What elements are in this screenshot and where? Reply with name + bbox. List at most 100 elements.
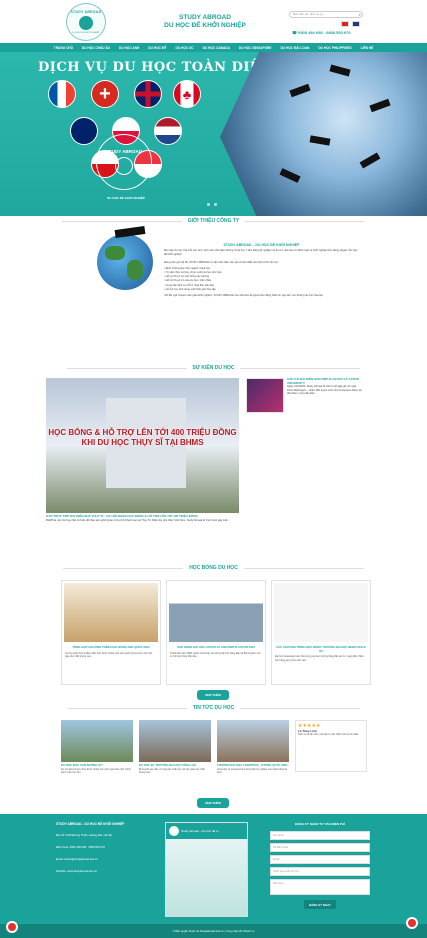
search-input[interactable]: Bạn cần tìm dịch vụ gì... ⌕ bbox=[289, 11, 363, 18]
email-field[interactable]: Email bbox=[270, 855, 370, 864]
search-icon[interactable]: ⌕ bbox=[359, 12, 361, 17]
scholarship-section-header: HỌC BỔNG DU HỌC bbox=[0, 565, 427, 571]
nav-contact[interactable]: LIÊN HỆ bbox=[361, 46, 374, 50]
news-item[interactable]: TRƯỜNG ĐẠI HỌC LIVERPOOL, VƯƠNG QUỐC ANH… bbox=[217, 720, 289, 774]
news-image bbox=[139, 720, 211, 762]
intro-text: STUDY ABROAD – DU HỌC ĐỂ KHỞI NGHIỆP Mục… bbox=[164, 243, 359, 298]
intro-paragraph-1: Mục tiêu du học của mỗi học sinh, sinh v… bbox=[164, 249, 358, 257]
news-section-title: TIN TỨC DU HỌC bbox=[192, 705, 235, 711]
scholarship-title[interactable]: CÁC CHƯƠNG TRÌNH HỌC BỔNG TRƯỜNG ĐẠI HỌC… bbox=[272, 644, 370, 655]
scholarship-image bbox=[64, 583, 158, 642]
news-image bbox=[61, 720, 133, 762]
hero-title: DỊCH VỤ DU HỌC TOÀN DIỆN bbox=[38, 60, 273, 75]
brand-line1: STUDY ABROAD bbox=[178, 14, 231, 21]
scholarship-title[interactable]: TỔNG HỢP CHƯƠNG TRÌNH HỌC BỔNG ANH QUỐC … bbox=[62, 644, 160, 652]
canada-flag-icon: ♣ bbox=[173, 80, 201, 108]
news-item[interactable]: DU HỌC BỈ: TRƯỜNG ĐẠI HỌC CÔNG LẬP Bỉ là… bbox=[139, 720, 211, 774]
event-main-caption[interactable]: GẶP TRỰC TIẾP ĐẠI DIỆN NHÀ THỤY SĨ - CƠ … bbox=[46, 514, 239, 522]
copyright-bar: © Bản quyền thuộc về Studyabroad.edu.vn … bbox=[0, 924, 427, 938]
intro-paragraph-2: Đứng trên góc độ đó, STUDY ABROAD tư vấn… bbox=[164, 260, 279, 264]
search-placeholder: Bạn cần tìm dịch vụ gì... bbox=[293, 12, 326, 16]
message-field[interactable]: Nội dung bbox=[270, 879, 370, 895]
event-banner-line1: HỌC BỔNG & HỖ TRỢ LÊN TỚI 400 TRIỆU ĐỒNG bbox=[48, 428, 237, 437]
slider-dot[interactable] bbox=[207, 203, 210, 206]
hero-tagline: DU HỌC ĐỂ KHỞI NGHIỆP bbox=[107, 196, 145, 200]
nav-australia[interactable]: DU HỌC ÚC bbox=[176, 46, 194, 50]
nav-uk[interactable]: DU HỌC ANH bbox=[119, 46, 139, 50]
event-main-image[interactable]: HỌC BỔNG & HỖ TRỢ LÊN TỚI 400 TRIỆU ĐỒNG… bbox=[46, 378, 239, 513]
news-section-header: TIN TỨC DU HỌC bbox=[0, 705, 427, 711]
intro-paragraph-3: Với đội ngũ chuyên viên giàu kinh nghiệm… bbox=[164, 294, 324, 298]
phone-field[interactable]: Số điện thoại bbox=[270, 843, 370, 852]
footer-email[interactable]: Email: duhoc@studyabroad.edu.vn bbox=[56, 858, 98, 861]
site-logo[interactable]: STUDY ABROAD DU HỌC ĐỂ KHỞI NGHIỆP bbox=[66, 3, 106, 41]
footer-website[interactable]: Website: www.studyabroad.edu.vn bbox=[56, 870, 97, 873]
fanpage-name[interactable]: Study Abroad - Du học để k... bbox=[181, 829, 220, 833]
event-side-desc: Ngày 13/4/2023, Study Abroad tổ chức buổ… bbox=[287, 385, 362, 396]
netherlands-flag-icon bbox=[154, 117, 182, 145]
submit-button[interactable]: ĐĂNG KÝ NGAY bbox=[304, 900, 336, 909]
globe-image bbox=[97, 234, 153, 290]
scholarship-image bbox=[274, 583, 368, 642]
intro-heading: STUDY ABROAD – DU HỌC ĐỂ KHỞI NGHIỆP bbox=[223, 243, 300, 247]
france-flag-icon bbox=[48, 80, 76, 108]
scholarship-image bbox=[169, 583, 263, 642]
event-side-item[interactable]: GẶP GỠ ĐẠI DIỆN ONCAMPUS ASTON VÀ ASTON … bbox=[287, 377, 362, 396]
graduation-caps-photo bbox=[220, 52, 427, 216]
intro-section-header: GIỚI THIỆU CÔNG TY bbox=[0, 218, 427, 224]
switzerland-flag-icon: + bbox=[91, 80, 119, 108]
nav-philippines[interactable]: DU HỌC PHILIPPINES bbox=[318, 46, 351, 50]
hotline-numbers[interactable]: ☎ 0905 484 698 · 0868 553 670 bbox=[292, 30, 351, 35]
name-field[interactable]: Họ và tên bbox=[270, 831, 370, 840]
news-more-button[interactable]: XEM THÊM bbox=[197, 798, 229, 808]
brand-title: STUDY ABROAD DU HỌC ĐỂ KHỞI NGHIỆP bbox=[150, 14, 260, 30]
news-item[interactable]: DU HỌC ĐỨC CẦN NHỮNG GÌ? Du học Đức là l… bbox=[61, 720, 133, 774]
scholarship-card[interactable]: CÁC CHƯƠNG TRÌNH HỌC BỔNG TRƯỜNG ĐẠI HỌC… bbox=[271, 580, 371, 685]
event-side-thumbnail[interactable] bbox=[246, 378, 284, 413]
vietnam-flag-icon[interactable] bbox=[341, 21, 349, 27]
news-desc: Du học Đức là lựa chọn được nhiều học si… bbox=[61, 767, 131, 774]
logo-sub-text: DU HỌC ĐỂ KHỞI NGHIỆP bbox=[72, 32, 100, 34]
brand-line2: DU HỌC ĐỂ KHỞI NGHIỆP bbox=[164, 22, 246, 29]
footer-company: STUDY ABROAD - DU HỌC ĐỂ KHỞI NGHIỆP bbox=[56, 822, 125, 826]
nav-usa[interactable]: DU HỌC MỸ bbox=[148, 46, 166, 50]
hero-logo: STUDY ABROAD bbox=[96, 134, 152, 190]
main-nav: TRANG CHỦ DU HỌC CHÂU ÂU DU HỌC ANH DU H… bbox=[0, 43, 427, 52]
news-image bbox=[217, 720, 289, 762]
nav-singapore[interactable]: DU HỌC SINGAPORE bbox=[239, 46, 272, 50]
logo-ring-text: STUDY ABROAD bbox=[70, 10, 102, 14]
facebook-fanpage-widget[interactable]: Study Abroad - Du học để k... bbox=[165, 822, 248, 917]
scholarship-card[interactable]: TỔNG HỢP CHƯƠNG TRÌNH HỌC BỔNG ANH QUỐC … bbox=[61, 580, 161, 685]
hero-logo-ring: STUDY ABROAD bbox=[105, 149, 142, 154]
uk-flag-icon[interactable] bbox=[352, 21, 360, 27]
event-banner-line2: KHI DU HỌC THỤY SĨ TẠI BHMS bbox=[81, 438, 204, 447]
events-section-title: SỰ KIỆN DU HỌC bbox=[192, 365, 235, 371]
event-main-desc: BHMS là một trường nhiệt tình lâu đời đà… bbox=[46, 518, 230, 522]
news-desc: Bỉ là quốc gia nằm ở trung tâm châu Âu v… bbox=[139, 767, 205, 774]
slider-dots[interactable] bbox=[207, 203, 217, 206]
logo-figure-icon bbox=[79, 16, 93, 30]
scholarship-title[interactable]: HỌC BỔNG ĐẠI HỌC ASTON VÀ ONCAMPUS ASTON… bbox=[167, 644, 265, 652]
slider-dot[interactable] bbox=[214, 203, 217, 206]
nav-taiwan[interactable]: DU HỌC ĐÀI LOAN bbox=[280, 46, 309, 50]
nav-europe[interactable]: DU HỌC CHÂU ÂU bbox=[82, 46, 110, 50]
news-title[interactable]: TRƯỜNG ĐẠI HỌC LIVERPOOL, VƯƠNG QUỐC ANH bbox=[217, 762, 289, 768]
nav-canada[interactable]: DU HỌC CANADA bbox=[203, 46, 230, 50]
uk-flag-icon bbox=[134, 80, 162, 108]
scholarship-desc: Vương quốc Anh là điểm đến luôn được nhi… bbox=[65, 651, 153, 658]
phone-call-icon[interactable] bbox=[6, 921, 18, 933]
hero-banner[interactable]: DỊCH VỤ DU HỌC TOÀN DIỆN + ♣ STUDY ABROA… bbox=[0, 52, 427, 216]
chat-icon[interactable] bbox=[406, 917, 418, 929]
scholarship-more-button[interactable]: XEM THÊM bbox=[197, 690, 229, 700]
scholarship-card[interactable]: HỌC BỔNG ĐẠI HỌC ASTON VÀ ONCAMPUS ASTON… bbox=[166, 580, 266, 685]
nav-home[interactable]: TRANG CHỦ bbox=[54, 46, 73, 50]
scholarship-desc: Thành lập năm 1895, Aston University là … bbox=[170, 651, 261, 658]
country-field[interactable]: Quốc gia muốn du học bbox=[270, 867, 370, 876]
site-footer: STUDY ABROAD - DU HỌC ĐỂ KHỞI NGHIỆP Địa… bbox=[0, 814, 427, 924]
australia-flag-icon bbox=[70, 117, 98, 145]
footer-hotline[interactable]: Điện thoại: 0905 484 698 - 0868 553 670 bbox=[56, 846, 105, 849]
fanpage-avatar bbox=[169, 826, 179, 836]
intro-section-title: GIỚI THIỆU CÔNG TY bbox=[187, 218, 240, 224]
hero-logo-figure-icon bbox=[115, 157, 133, 175]
form-title: ĐĂNG KÝ NHẬN TƯ VẤN MIỄN PHÍ bbox=[295, 822, 345, 826]
